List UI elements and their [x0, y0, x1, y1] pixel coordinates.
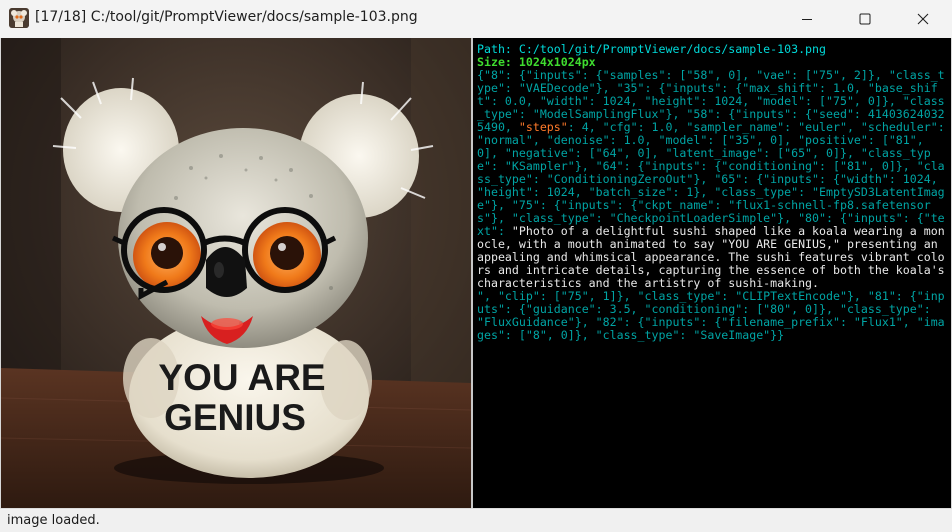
shirt-text-line2: GENIUS: [164, 397, 306, 438]
prompt-text: "Photo of a delightful sushi shaped like…: [477, 224, 945, 290]
steps-keyword: "steps": [518, 120, 568, 134]
title-bar[interactable]: [17/18] C:/tool/git/PromptViewer/docs/sa…: [0, 0, 952, 38]
window-title: [17/18] C:/tool/git/PromptViewer/docs/sa…: [35, 9, 418, 25]
close-button[interactable]: [894, 0, 952, 38]
maximize-icon: [859, 13, 871, 25]
workflow-json: {"8": {"inputs": {"samples": ["58", 0], …: [477, 69, 947, 342]
status-bar: image loaded.: [0, 508, 952, 532]
close-icon: [917, 13, 929, 25]
minimize-icon: [802, 19, 812, 20]
status-text: image loaded.: [7, 513, 100, 528]
minimize-button[interactable]: [778, 0, 836, 38]
image-preview[interactable]: YOU ARE GENIUS: [1, 38, 471, 508]
json-after-prompt: ", "clip": ["75", 1]}, "class_type": "CL…: [477, 289, 945, 342]
maximize-button[interactable]: [836, 0, 894, 38]
metadata-panel[interactable]: Path: C:/tool/git/PromptViewer/docs/samp…: [473, 38, 951, 508]
koala-sushi-image: YOU ARE GENIUS: [1, 38, 471, 508]
app-thumbnail-icon: [9, 8, 29, 28]
shirt-text-line1: YOU ARE: [158, 357, 325, 398]
json-after-steps: : 4, "cfg": 1.0, "sampler_name": "euler"…: [477, 120, 951, 238]
